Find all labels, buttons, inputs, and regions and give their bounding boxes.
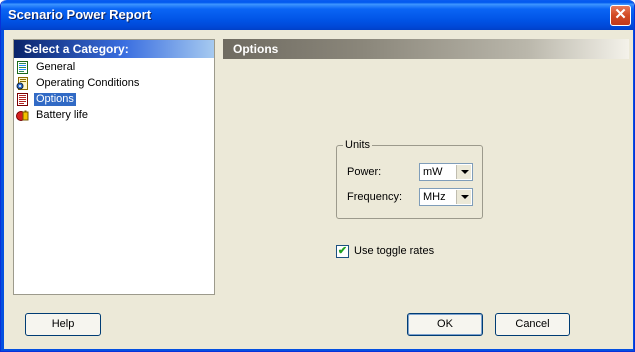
units-group: Units Power: mW Frequency: MHz — [336, 139, 483, 219]
power-select-value: mW — [423, 166, 443, 178]
dialog-window: Scenario Power Report ✕ Select a Categor… — [0, 0, 635, 352]
close-icon: ✕ — [614, 6, 627, 23]
battery-icon — [16, 110, 29, 121]
close-button[interactable]: ✕ — [610, 5, 631, 26]
toggle-rates-checkbox[interactable]: ✔ — [336, 245, 349, 258]
title-bar[interactable]: Scenario Power Report ✕ — [1, 0, 634, 30]
category-label: General — [36, 61, 76, 73]
category-label: Options — [34, 93, 76, 106]
frequency-select-value: MHz — [423, 191, 446, 203]
category-panel: Select a Category: General Operating Con… — [13, 39, 215, 295]
window-frame-left — [1, 30, 4, 351]
power-select[interactable]: mW — [419, 163, 473, 181]
settings-document-icon — [16, 77, 28, 90]
help-button[interactable]: Help — [25, 313, 101, 336]
chevron-down-icon[interactable] — [456, 165, 471, 179]
checkmark-icon: ✔ — [337, 245, 348, 257]
window-title: Scenario Power Report — [8, 7, 152, 22]
options-document-icon — [17, 93, 28, 106]
power-label: Power: — [347, 166, 382, 178]
frequency-label: Frequency: — [347, 191, 403, 203]
frequency-select[interactable]: MHz — [419, 188, 473, 206]
options-header: Options — [223, 39, 629, 59]
cancel-button[interactable]: Cancel — [495, 313, 570, 336]
category-label: Battery life — [36, 109, 88, 121]
toggle-rates-label[interactable]: Use toggle rates — [354, 245, 434, 257]
document-icon — [17, 61, 28, 74]
category-header: Select a Category: — [14, 40, 214, 58]
chevron-down-icon[interactable] — [456, 190, 471, 204]
category-label: Operating Conditions — [36, 77, 140, 89]
units-legend: Units — [343, 139, 373, 151]
ok-button[interactable]: OK — [407, 313, 483, 336]
